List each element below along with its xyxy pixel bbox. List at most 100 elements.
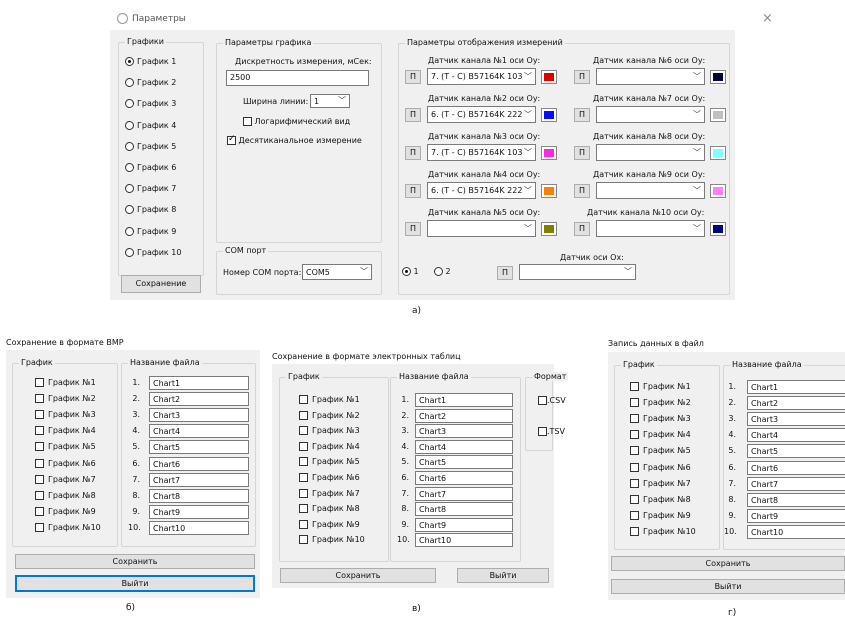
chart-checkbox[interactable] bbox=[630, 398, 639, 408]
chart-checkbox-option[interactable]: График №10 bbox=[630, 526, 696, 536]
decimal-channel-option[interactable]: Десятиканальное измерение bbox=[227, 134, 362, 145]
tables-save-button[interactable]: Сохранить bbox=[280, 568, 436, 583]
chart-checkbox[interactable] bbox=[630, 526, 639, 536]
chart-radio-option[interactable]: График 7 bbox=[125, 184, 176, 194]
chart-checkbox-option[interactable]: График №8 bbox=[630, 494, 691, 504]
chart-radio[interactable] bbox=[125, 78, 134, 88]
file-name-input[interactable]: Chart7 bbox=[747, 476, 845, 491]
chart-checkbox[interactable] bbox=[299, 395, 308, 404]
tsv-checkbox[interactable] bbox=[538, 427, 547, 436]
file-name-input[interactable]: Chart3 bbox=[747, 412, 845, 427]
chart-radio[interactable] bbox=[125, 57, 134, 66]
file-name-input[interactable]: Chart8 bbox=[747, 492, 845, 507]
chart-radio[interactable] bbox=[125, 184, 134, 194]
chart-checkbox[interactable] bbox=[35, 442, 44, 452]
tsv-option[interactable]: .TSV bbox=[538, 427, 565, 436]
chart-checkbox-option[interactable]: График №2 bbox=[35, 394, 96, 404]
file-name-input[interactable]: Chart6 bbox=[747, 460, 845, 475]
chart-checkbox[interactable] bbox=[630, 462, 639, 472]
channel-8-color-swatch[interactable] bbox=[710, 146, 726, 160]
channel-7-color-swatch[interactable] bbox=[710, 108, 726, 122]
radio-2[interactable] bbox=[434, 267, 443, 276]
file-name-input[interactable]: Chart1 bbox=[149, 376, 249, 390]
decimal-channel-checkbox[interactable] bbox=[227, 134, 236, 145]
chart-checkbox[interactable] bbox=[299, 519, 308, 529]
chart-radio[interactable] bbox=[125, 205, 134, 215]
axis-radio-2[interactable]: 2 bbox=[434, 267, 451, 276]
chart-checkbox[interactable] bbox=[299, 410, 308, 420]
axis-radio-1[interactable]: 1 bbox=[402, 267, 419, 276]
channel-4-p-button[interactable]: П bbox=[405, 184, 421, 198]
chart-radio[interactable] bbox=[125, 247, 134, 257]
chart-radio-option[interactable]: График 1 bbox=[125, 57, 176, 66]
log-view-checkbox[interactable] bbox=[243, 117, 252, 126]
channel-7-p-button[interactable]: П bbox=[574, 108, 590, 122]
chart-checkbox-option[interactable]: График №6 bbox=[35, 458, 96, 468]
chart-radio-option[interactable]: График 2 bbox=[125, 78, 176, 88]
channel-6-p-button[interactable]: П bbox=[574, 70, 590, 84]
channel-7-select[interactable]: ﹀ bbox=[596, 106, 705, 123]
chart-checkbox[interactable] bbox=[630, 446, 639, 456]
chart-radio-option[interactable]: График 8 bbox=[125, 205, 176, 215]
channel-10-select[interactable]: ﹀ bbox=[596, 220, 705, 237]
file-name-input[interactable]: Chart5 bbox=[747, 444, 845, 459]
csv-checkbox[interactable] bbox=[538, 396, 547, 405]
chart-checkbox-option[interactable]: График №9 bbox=[35, 506, 96, 516]
file-name-input[interactable]: Chart2 bbox=[415, 408, 513, 423]
file-name-input[interactable]: Chart4 bbox=[747, 428, 845, 443]
file-name-input[interactable]: Chart2 bbox=[149, 392, 249, 407]
chart-checkbox[interactable] bbox=[299, 535, 308, 545]
chart-checkbox[interactable] bbox=[35, 522, 44, 532]
chart-checkbox-option[interactable]: График №7 bbox=[630, 478, 691, 488]
chart-checkbox-option[interactable]: График №3 bbox=[630, 414, 691, 424]
tables-exit-button[interactable]: Выйти bbox=[457, 568, 549, 583]
channel-5-p-button[interactable]: П bbox=[405, 222, 421, 236]
channel-4-color-swatch[interactable] bbox=[541, 184, 557, 198]
chart-radio[interactable] bbox=[125, 226, 134, 236]
file-name-input[interactable]: Chart10 bbox=[747, 524, 845, 539]
chart-checkbox-option[interactable]: График №10 bbox=[299, 535, 365, 545]
chart-checkbox[interactable] bbox=[35, 506, 44, 516]
chart-checkbox[interactable] bbox=[630, 382, 639, 391]
file-name-input[interactable]: Chart2 bbox=[747, 396, 845, 411]
chart-checkbox[interactable] bbox=[299, 441, 308, 451]
chart-radio-option[interactable]: График 9 bbox=[125, 226, 176, 236]
chart-checkbox[interactable] bbox=[35, 426, 44, 436]
chart-checkbox[interactable] bbox=[630, 414, 639, 424]
chart-radio-option[interactable]: График 5 bbox=[125, 141, 176, 151]
chart-checkbox-option[interactable]: График №6 bbox=[630, 462, 691, 472]
channel-6-select[interactable]: ﹀ bbox=[596, 68, 705, 85]
close-icon[interactable]: × bbox=[762, 11, 773, 26]
chart-checkbox-option[interactable]: График №1 bbox=[299, 395, 360, 404]
chart-checkbox-option[interactable]: График №3 bbox=[299, 426, 360, 436]
channel-8-p-button[interactable]: П bbox=[574, 146, 590, 160]
chart-checkbox-option[interactable]: График №7 bbox=[299, 488, 360, 498]
channel-6-color-swatch[interactable] bbox=[710, 70, 726, 84]
channel-5-color-swatch[interactable] bbox=[541, 222, 557, 236]
chart-checkbox[interactable] bbox=[630, 510, 639, 520]
chart-radio-option[interactable]: График 10 bbox=[125, 247, 181, 257]
chart-checkbox[interactable] bbox=[299, 488, 308, 498]
line-width-select[interactable]: 1 ﹀ bbox=[310, 94, 350, 108]
chart-checkbox-option[interactable]: График №1 bbox=[630, 382, 691, 391]
chart-checkbox[interactable] bbox=[299, 426, 308, 436]
csv-option[interactable]: .CSV bbox=[538, 396, 566, 405]
sampling-input[interactable]: 2500 bbox=[226, 70, 369, 86]
file-name-input[interactable]: Chart8 bbox=[149, 488, 249, 503]
channel-9-p-button[interactable]: П bbox=[574, 184, 590, 198]
x-sensor-p-button[interactable]: П bbox=[497, 266, 513, 280]
channel-10-color-swatch[interactable] bbox=[710, 222, 726, 236]
channel-5-select[interactable]: ﹀ bbox=[427, 220, 536, 237]
file-name-input[interactable]: Chart1 bbox=[415, 393, 513, 407]
radio-1[interactable] bbox=[402, 267, 411, 276]
file-name-input[interactable]: Chart7 bbox=[415, 486, 513, 501]
chart-radio[interactable] bbox=[125, 99, 134, 109]
file-name-input[interactable]: Chart8 bbox=[415, 502, 513, 517]
chart-checkbox-option[interactable]: График №6 bbox=[299, 473, 360, 482]
channel-2-select[interactable]: 6. (T - C) B57164K 222 ﹀ bbox=[427, 106, 536, 123]
bmp-save-button[interactable]: Сохранить bbox=[15, 554, 255, 569]
chart-checkbox[interactable] bbox=[630, 430, 639, 440]
log-view-option[interactable]: Логарифмический вид bbox=[243, 117, 350, 126]
chart-checkbox[interactable] bbox=[35, 490, 44, 500]
channel-2-p-button[interactable]: П bbox=[405, 108, 421, 122]
